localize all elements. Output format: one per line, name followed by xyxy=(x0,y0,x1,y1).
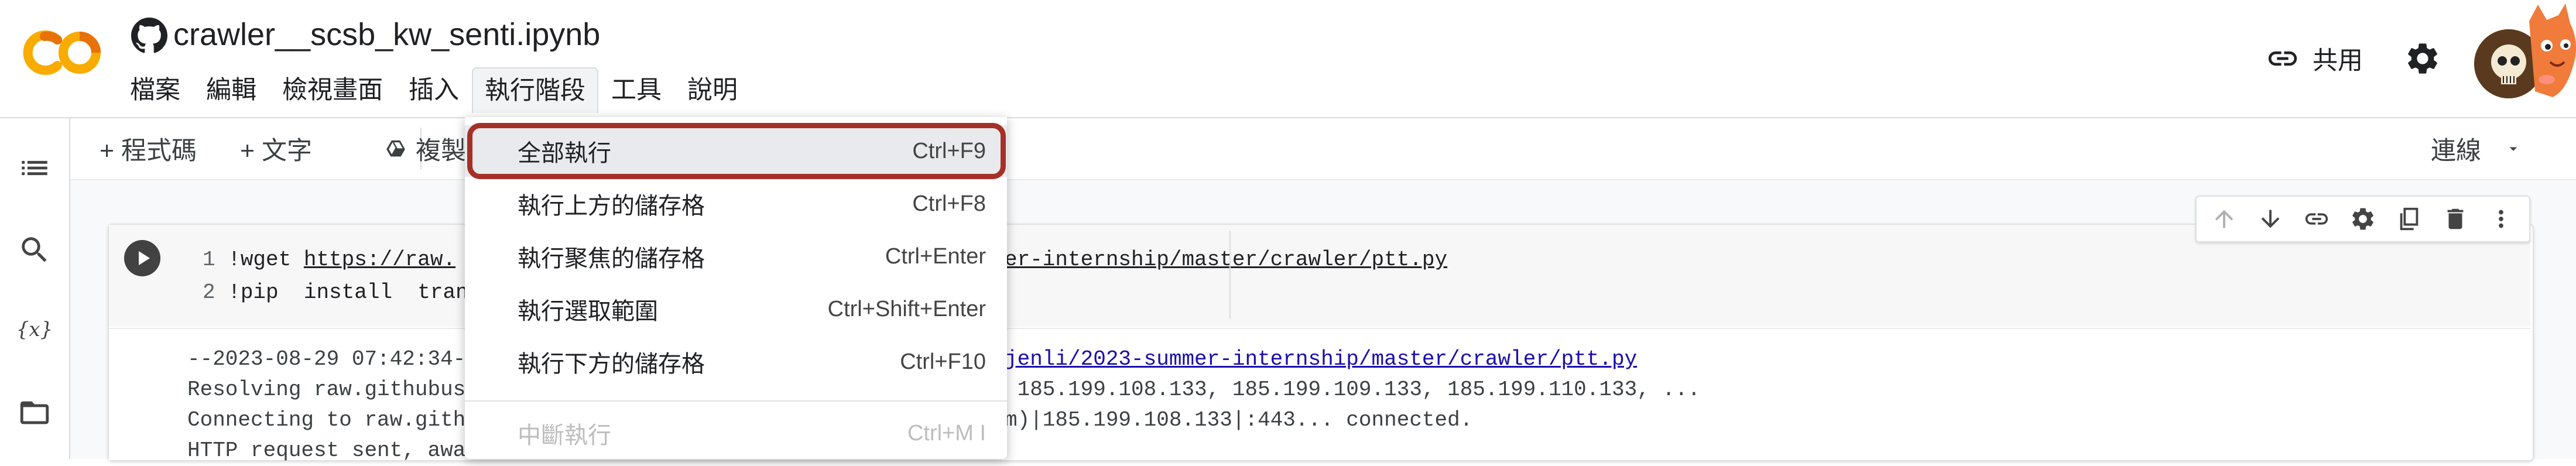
link-icon xyxy=(2268,51,2297,66)
copy-to-drive-label: 複製 xyxy=(416,137,466,165)
copy-to-drive-button[interactable]: 複製 xyxy=(384,131,466,166)
highlight-annotation xyxy=(467,123,1006,179)
menu-insert[interactable]: 插入 xyxy=(396,68,472,112)
delete-icon[interactable] xyxy=(2442,205,2469,232)
table-of-contents-icon[interactable] xyxy=(18,151,52,185)
menu-item-label: 執行聚焦的儲存格 xyxy=(518,246,705,272)
menu-item-label: 執行上方的儲存格 xyxy=(518,193,705,219)
mirror-cell-icon[interactable] xyxy=(2396,205,2423,232)
chevron-down-icon xyxy=(2509,147,2517,151)
menu-divider xyxy=(465,400,1007,402)
gear-icon[interactable] xyxy=(2349,205,2376,232)
connect-button[interactable]: 連線 xyxy=(2431,131,2522,166)
share-button[interactable]: 共用 xyxy=(2266,37,2363,80)
menu-runtime[interactable]: 執行階段 xyxy=(472,67,598,113)
output-line-3-tail: m)|185.199.108.133|:443... connected. xyxy=(1005,408,1473,432)
cat-sticker-icon xyxy=(2529,4,2576,97)
menu-run-after[interactable]: 執行下方的儲存格 Ctrl+F10 xyxy=(465,336,1007,388)
menu-item-label: 執行選取範圍 xyxy=(518,299,658,324)
menu-help[interactable]: 說明 xyxy=(674,68,751,112)
code-cmd: !wget xyxy=(228,248,304,272)
menu-run-selection[interactable]: 執行選取範圍 Ctrl+Shift+Enter xyxy=(465,283,1007,335)
code-line-2: 2 !pip install tran xyxy=(203,276,468,309)
folder-icon[interactable] xyxy=(18,396,52,430)
menu-edit[interactable]: 編輯 xyxy=(193,68,269,112)
code-url-tail[interactable]: er-internship/master/crawler/ptt.py xyxy=(1005,248,1447,272)
run-cell-button[interactable] xyxy=(124,240,160,276)
menu-item-label: 執行下方的儲存格 xyxy=(518,351,705,377)
left-rail: {x} xyxy=(0,118,70,459)
menu-run-focused[interactable]: 執行聚焦的儲存格 Ctrl+Enter xyxy=(465,231,1007,282)
line-number: 2 xyxy=(203,280,215,304)
add-code-button[interactable]: + 程式碼 xyxy=(100,131,197,166)
move-down-icon[interactable] xyxy=(2257,205,2284,232)
menu-bar: 檔案 編輯 檢視畫面 插入 執行階段 工具 說明 xyxy=(117,67,751,114)
editor-ruler xyxy=(1229,231,1231,318)
add-text-button[interactable]: + 文字 xyxy=(240,131,312,166)
notebook-title[interactable]: crawler__scsb_kw_senti.ipynb xyxy=(173,14,600,55)
github-icon xyxy=(131,18,167,53)
colab-logo[interactable] xyxy=(21,23,103,82)
menu-interrupt[interactable]: 中斷執行 Ctrl+M I xyxy=(465,407,1007,459)
search-icon[interactable] xyxy=(18,233,52,267)
chevron-up-icon[interactable] xyxy=(2570,132,2576,165)
share-label: 共用 xyxy=(2313,47,2363,75)
line-number: 1 xyxy=(203,248,215,272)
svg-text:{x}: {x} xyxy=(18,318,52,341)
output-line-2: Resolving raw.githubus xyxy=(187,378,466,402)
variables-icon[interactable]: {x} xyxy=(18,313,52,347)
menu-item-label: 中斷執行 xyxy=(518,423,611,448)
menu-item-shortcut: Ctrl+F10 xyxy=(900,349,986,374)
menu-view[interactable]: 檢視畫面 xyxy=(269,68,396,112)
code-text: !pip install tran xyxy=(228,280,468,304)
connect-label: 連線 xyxy=(2431,137,2481,165)
menu-tools[interactable]: 工具 xyxy=(598,68,674,112)
menu-item-shortcut: Ctrl+Shift+Enter xyxy=(827,296,986,321)
output-line-2-tail: 185.199.108.133, 185.199.109.133, 185.19… xyxy=(1005,378,1701,402)
output-line-1: --2023-08-29 07:42:34- xyxy=(187,347,466,371)
more-vert-icon[interactable] xyxy=(2488,205,2515,232)
output-line-4: HTTP request sent, awa xyxy=(187,438,466,462)
cell-toolbar xyxy=(2195,196,2530,242)
output-line-3: Connecting to raw.gith xyxy=(187,408,466,432)
link-icon[interactable] xyxy=(2303,205,2330,232)
menu-file[interactable]: 檔案 xyxy=(117,68,193,112)
output-url[interactable]: jenli/2023-summer-internship/master/craw… xyxy=(1005,344,1637,375)
menu-item-shortcut: Ctrl+F8 xyxy=(912,191,986,216)
gear-icon[interactable] xyxy=(2404,40,2441,77)
code-url[interactable]: https://raw. xyxy=(304,248,455,272)
code-line-1-tail: er-internship/master/crawler/ptt.py xyxy=(1005,244,1447,276)
move-up-icon[interactable] xyxy=(2211,205,2238,232)
code-line-1: 1 !wget https://raw. xyxy=(203,244,455,276)
notebook-toolbar: + 程式碼 + 文字 複製 連線 xyxy=(70,118,2576,180)
app-header: crawler__scsb_kw_senti.ipynb 檔案 編輯 檢視畫面 … xyxy=(0,0,2576,118)
drive-icon xyxy=(386,140,405,157)
menu-item-shortcut: Ctrl+M I xyxy=(907,420,986,446)
menu-item-shortcut: Ctrl+Enter xyxy=(885,244,986,269)
menu-run-before[interactable]: 執行上方的儲存格 Ctrl+F8 xyxy=(465,178,1007,229)
